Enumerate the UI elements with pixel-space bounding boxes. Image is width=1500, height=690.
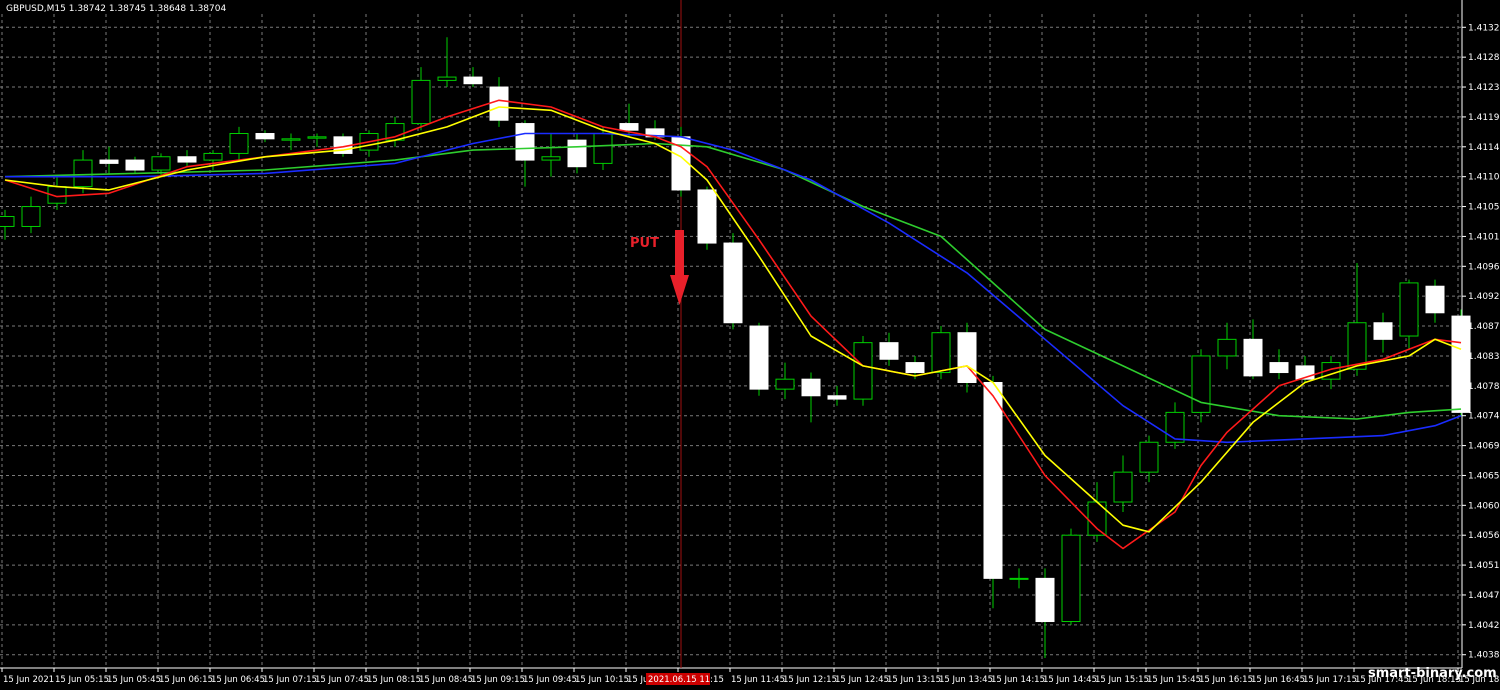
x-tick-label: 15 Jun 05:45 <box>107 675 161 685</box>
y-tick-label: 1.40875 <box>1468 322 1500 332</box>
y-tick-label: 1.41010 <box>1468 232 1500 242</box>
candle-bull <box>931 332 951 374</box>
candle-bull <box>151 156 171 171</box>
y-tick-label: 1.40920 <box>1468 292 1500 302</box>
y-tick-label: 1.41325 <box>1468 23 1500 33</box>
candle-bear <box>827 395 847 400</box>
candle-bull <box>853 342 873 400</box>
y-tick-label: 1.40380 <box>1468 651 1500 661</box>
x-tick-label: 15 Jun 07:15 <box>263 675 317 685</box>
y-tick-label: 1.41190 <box>1468 113 1500 123</box>
x-tick-label: 15 Jun 07:45 <box>315 675 369 685</box>
y-tick-label: 1.40830 <box>1468 352 1500 362</box>
candle-bull <box>1217 338 1237 357</box>
put-signal-label: PUT <box>630 236 659 251</box>
x-tick-label: 15 Jun 16:45 <box>1251 675 1305 685</box>
y-tick-label: 1.40650 <box>1468 471 1500 481</box>
x-tick-label: 15 Jun 10:15 <box>575 675 629 685</box>
candle-bull <box>775 378 795 390</box>
x-tick-label: 15 Jun 14:45 <box>1043 675 1097 685</box>
candle-bear <box>697 189 717 244</box>
candle-bear <box>905 362 925 374</box>
y-tick-label: 1.40785 <box>1468 382 1500 392</box>
candle-bull <box>593 133 613 164</box>
candle-bear <box>463 76 483 85</box>
y-tick-label: 1.41055 <box>1468 203 1500 213</box>
candle-bear <box>177 156 197 163</box>
candle-bull <box>229 133 249 154</box>
candle-bear <box>1035 577 1055 623</box>
candle-bear <box>723 242 743 324</box>
candle-bear <box>489 86 509 121</box>
symbol-header: GBPUSD,M15 1.38742 1.38745 1.38648 1.387… <box>6 4 226 14</box>
candle-bull <box>1165 411 1185 443</box>
candle-bull <box>1139 441 1159 473</box>
x-tick-label: 15 Jun 12:45 <box>835 675 889 685</box>
candle-bear <box>1373 322 1393 340</box>
x-tick-label: 15 Jun 08:45 <box>419 675 473 685</box>
x-tick-label: 15 Jun 05:15 <box>55 675 109 685</box>
candle-bull <box>21 206 41 227</box>
x-tick-label: 15 Jun 06:45 <box>211 675 265 685</box>
candle-bull <box>73 159 93 188</box>
candle-bull <box>307 136 327 139</box>
x-tick-label: 15 Jun 12:15 <box>783 675 837 685</box>
y-tick-label: 1.41145 <box>1468 143 1500 153</box>
x-tick-label: 15 Jun 09:15 <box>471 675 525 685</box>
x-tick-label: 15 Jun 2021 <box>3 675 54 685</box>
y-tick-label: 1.40695 <box>1468 442 1500 452</box>
y-tick-label: 1.41280 <box>1468 53 1500 63</box>
candle-bull <box>203 152 223 161</box>
x-tick-label: 15 Jun 09:45 <box>523 675 577 685</box>
candle-bull <box>0 216 15 227</box>
x-tick-label: 15 Jun 14:15 <box>991 675 1045 685</box>
candle-bear <box>879 342 899 360</box>
x-tick-label: 15 Jun 17:15 <box>1303 675 1357 685</box>
candle-bear <box>515 123 535 161</box>
candle-bear <box>1425 285 1445 314</box>
candle-bull <box>1399 282 1419 337</box>
candle-bear <box>749 325 769 390</box>
x-tick-label: 15 Jun 08:15 <box>367 675 421 685</box>
watermark: smart-binary.com <box>1368 666 1497 681</box>
x-tick-label: 15 Jun 16:15 <box>1199 675 1253 685</box>
x-tick-label: 15 Jun 13:45 <box>939 675 993 685</box>
y-tick-label: 1.40560 <box>1468 531 1500 541</box>
y-tick-label: 1.40740 <box>1468 412 1500 422</box>
y-tick-label: 1.40605 <box>1468 501 1500 511</box>
x-tick-label: 15 Jun 13:15 <box>887 675 941 685</box>
candle-bull <box>411 79 431 125</box>
candle-bull <box>281 138 301 141</box>
candle-bear <box>801 378 821 397</box>
y-tick-label: 1.41235 <box>1468 83 1500 93</box>
x-tick-label: 15 Jun 15:15 <box>1095 675 1149 685</box>
candle-bull <box>541 156 561 161</box>
y-tick-label: 1.40425 <box>1468 621 1500 631</box>
candle-bear <box>255 133 275 140</box>
candle-bull <box>1009 577 1029 580</box>
candle-bull <box>1061 534 1081 623</box>
candle-bear <box>125 159 145 171</box>
candle-bear <box>983 381 1003 579</box>
x-tick-label: 15 Jun 15:45 <box>1147 675 1201 685</box>
candle-bear <box>567 139 587 168</box>
y-tick-label: 1.40515 <box>1468 561 1500 571</box>
y-tick-label: 1.40470 <box>1468 591 1500 601</box>
candle-bear <box>1243 338 1263 377</box>
candle-bear <box>957 332 977 383</box>
candle-bear <box>619 123 639 131</box>
candle-bear <box>99 159 119 164</box>
candle-bear <box>1269 362 1289 374</box>
price-chart[interactable]: 1.41325 1.41280 1.41235 1.41190 1.41145 1.411… <box>0 0 1500 690</box>
x-tick-label: 15 Jun 06:15 <box>159 675 213 685</box>
x-tick-label: 15 Jun 11:45 <box>731 675 785 685</box>
candle-bull <box>1113 471 1133 503</box>
candle-bull <box>437 76 457 81</box>
y-tick-label: 1.40965 <box>1468 262 1500 272</box>
y-tick-label: 1.41100 <box>1468 173 1500 183</box>
x-tick-label: 2021.06.15 11:15 <box>648 675 724 685</box>
